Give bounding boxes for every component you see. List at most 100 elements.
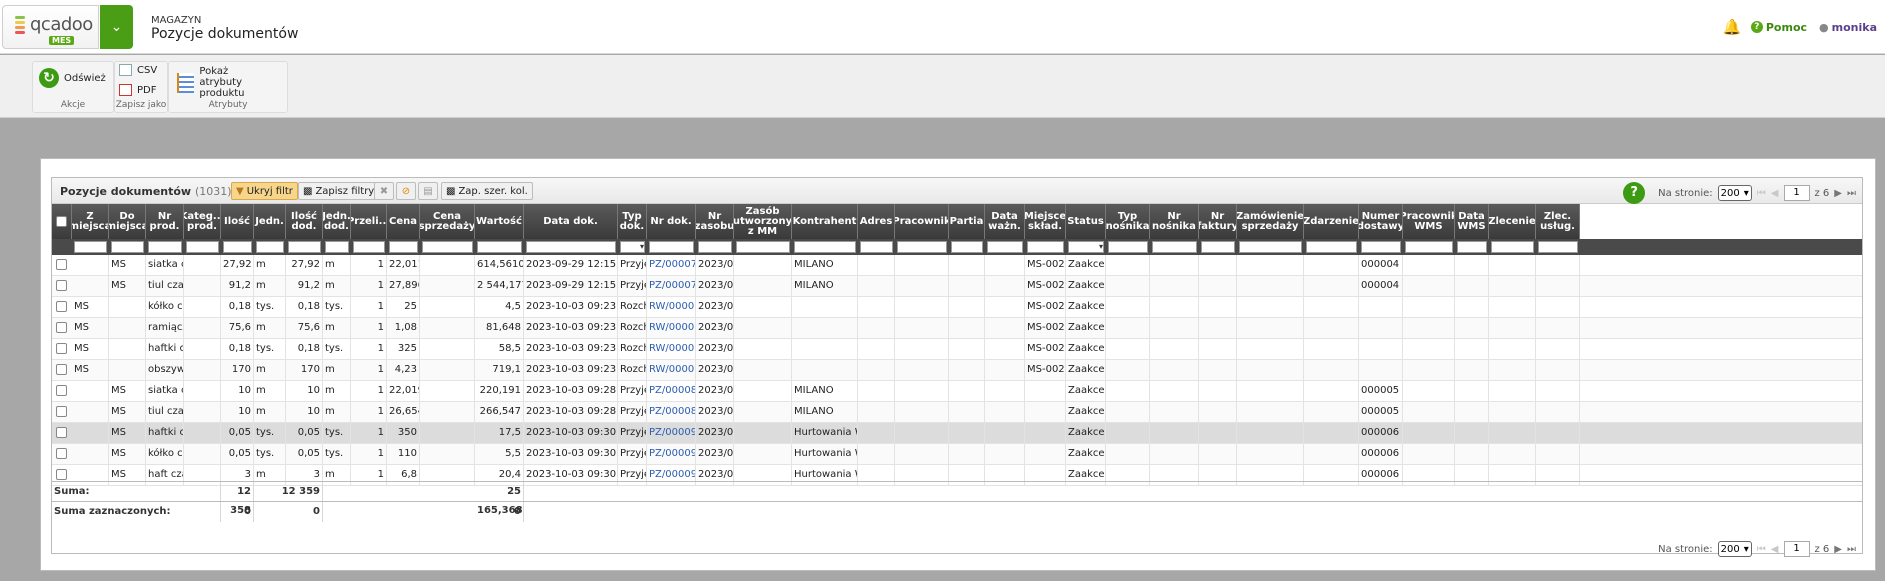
app-logo[interactable]: qcadoo MES xyxy=(2,5,99,49)
pdf-button[interactable]: PDF xyxy=(119,84,156,96)
column-header[interactable]: Typ nośnika xyxy=(1106,204,1150,239)
page-input[interactable]: 1 xyxy=(1783,541,1810,557)
table-cell[interactable]: PZ/00008 xyxy=(647,402,696,423)
column-header[interactable]: Nr zasobu xyxy=(696,204,734,239)
grid-help-icon[interactable]: ? xyxy=(1623,182,1646,204)
row-checkbox[interactable] xyxy=(56,427,67,438)
next-page-icon[interactable]: ▶ xyxy=(1834,188,1842,199)
column-filter-select[interactable]: ▾ xyxy=(1068,241,1104,253)
column-filter-input[interactable] xyxy=(186,241,219,253)
block-button[interactable]: ⊘ xyxy=(396,182,416,200)
column-filter-input[interactable] xyxy=(111,241,144,253)
column-header[interactable]: Pracownik xyxy=(895,204,949,239)
column-header[interactable]: Zlecenie xyxy=(1489,204,1536,239)
table-row[interactable]: MSsiatka cz10m10m122,019220,1912023-10-0… xyxy=(52,381,1862,402)
column-header[interactable]: Jedn. dod. xyxy=(323,204,351,239)
column-filter-input[interactable] xyxy=(736,241,790,253)
first-page-icon[interactable]: ⏮ xyxy=(1757,544,1766,555)
column-header[interactable]: Partia xyxy=(949,204,985,239)
column-header[interactable]: Status xyxy=(1066,204,1106,239)
table-cell[interactable]: PZ/00007 xyxy=(647,276,696,297)
table-row[interactable]: MS kółko cz 0,18 tys. 0,18 tys. 1 25 4,5 2023-10-… xyxy=(52,297,1862,318)
column-header[interactable]: Pracownik WMS xyxy=(1403,204,1455,239)
column-filter-input[interactable] xyxy=(860,241,893,253)
last-page-icon[interactable]: ⏭ xyxy=(1847,544,1856,555)
csv-button[interactable]: CSV xyxy=(119,64,157,76)
column-header[interactable]: Zamówienie sprzedaży xyxy=(1237,204,1304,239)
column-filter-input[interactable] xyxy=(389,241,418,253)
table-cell[interactable]: PZ/00009 xyxy=(647,444,696,465)
show-attributes-button[interactable]: Pokaż atrybuty produktu xyxy=(177,66,287,99)
per-page-select[interactable]: 200 ▾ xyxy=(1717,185,1752,201)
table-row[interactable]: MSkółko cza0,05tys.0,05tys.11105,52023-1… xyxy=(52,444,1862,465)
column-filter-input[interactable] xyxy=(1239,241,1302,253)
column-filter-input[interactable] xyxy=(897,241,947,253)
table-cell[interactable]: PZ/00008 xyxy=(647,381,696,402)
column-filter-input[interactable] xyxy=(223,241,252,253)
column-header[interactable]: Data WMS xyxy=(1455,204,1489,239)
column-header[interactable]: Typ dok. xyxy=(618,204,647,239)
column-header[interactable]: Przeli... xyxy=(351,204,387,239)
column-filter-input[interactable] xyxy=(148,241,182,253)
column-filter-input[interactable] xyxy=(353,241,385,253)
column-filter-input[interactable] xyxy=(1306,241,1357,253)
column-filter-input[interactable] xyxy=(526,241,616,253)
table-cell[interactable]: PZ/00009 xyxy=(647,423,696,444)
column-filter-input[interactable] xyxy=(74,241,107,253)
column-filter-input[interactable] xyxy=(1538,241,1578,253)
column-header[interactable]: Nr nośnika xyxy=(1150,204,1199,239)
column-header[interactable]: Z miejsca xyxy=(72,204,109,239)
table-row[interactable]: MSobszywk170m170m14,23719,12023-10-03 09… xyxy=(52,360,1862,381)
column-header[interactable]: Nr prod. xyxy=(146,204,184,239)
prev-page-icon[interactable]: ◀ xyxy=(1771,188,1779,199)
column-filter-input[interactable] xyxy=(1201,241,1235,253)
help-link[interactable]: ? Pomoc xyxy=(1750,21,1807,34)
row-checkbox[interactable] xyxy=(56,343,67,354)
save-filters-button[interactable]: ▩ Zapisz filtry xyxy=(298,182,380,200)
bell-icon[interactable]: 🔔 xyxy=(1723,19,1742,35)
column-filter-input[interactable] xyxy=(951,241,983,253)
column-header[interactable]: Wartość xyxy=(475,204,524,239)
table-row[interactable]: MShaftki cz0,18tys.0,18tys.132558,52023-… xyxy=(52,339,1862,360)
column-header[interactable]: Nr faktury xyxy=(1199,204,1237,239)
user-menu[interactable]: ● monika xyxy=(1819,21,1877,34)
column-filter-input[interactable] xyxy=(649,241,694,253)
column-header[interactable]: Ilość dod. xyxy=(286,204,323,239)
column-filter-input[interactable] xyxy=(477,241,522,253)
table-row[interactable]: MSramiączk75,6m75,6m11,0881,6482023-10-0… xyxy=(52,318,1862,339)
table-cell[interactable]: RW/00001 xyxy=(647,339,696,360)
column-header[interactable]: Adres xyxy=(858,204,895,239)
column-filter-input[interactable] xyxy=(1152,241,1197,253)
main-menu-button[interactable]: ⌄ xyxy=(100,5,133,49)
column-filter-input[interactable] xyxy=(1108,241,1148,253)
table-row[interactable]: MStiul czarr91,2m91,2m127,89662 544,1772… xyxy=(52,276,1862,297)
column-header[interactable]: Cena xyxy=(387,204,420,239)
column-filter-input[interactable] xyxy=(256,241,284,253)
column-header[interactable]: Nr dok. xyxy=(647,204,696,239)
column-filter-input[interactable] xyxy=(1027,241,1064,253)
column-header[interactable]: Zdarzenie xyxy=(1304,204,1359,239)
row-checkbox[interactable] xyxy=(56,406,67,417)
save-column-widths-button[interactable]: ▩ Zap. szer. kol. xyxy=(441,182,533,200)
row-checkbox[interactable] xyxy=(56,280,67,291)
row-checkbox[interactable] xyxy=(56,301,67,312)
column-filter-input[interactable] xyxy=(987,241,1023,253)
column-header[interactable]: Numer dostawy xyxy=(1359,204,1403,239)
row-checkbox[interactable] xyxy=(56,364,67,375)
column-header[interactable]: Data dok. xyxy=(524,204,618,239)
table-cell[interactable]: RW/00001 xyxy=(647,297,696,318)
table-cell[interactable]: RW/00001 xyxy=(647,360,696,381)
column-filter-input[interactable] xyxy=(325,241,349,253)
select-all-checkbox[interactable] xyxy=(56,216,67,227)
column-filter-input[interactable] xyxy=(1405,241,1453,253)
column-filter-input[interactable] xyxy=(1491,241,1534,253)
hide-filter-button[interactable]: ▼ Ukryj filtr xyxy=(231,182,298,200)
column-header[interactable]: Zlec. usług. xyxy=(1536,204,1580,239)
column-filter-input[interactable] xyxy=(288,241,321,253)
row-checkbox[interactable] xyxy=(56,448,67,459)
column-header[interactable]: Cena sprzedaży xyxy=(420,204,475,239)
column-filter-input[interactable] xyxy=(1361,241,1401,253)
column-filter-input[interactable] xyxy=(1457,241,1487,253)
columns-button[interactable]: ▤ xyxy=(418,182,438,200)
column-filter-input[interactable] xyxy=(422,241,473,253)
